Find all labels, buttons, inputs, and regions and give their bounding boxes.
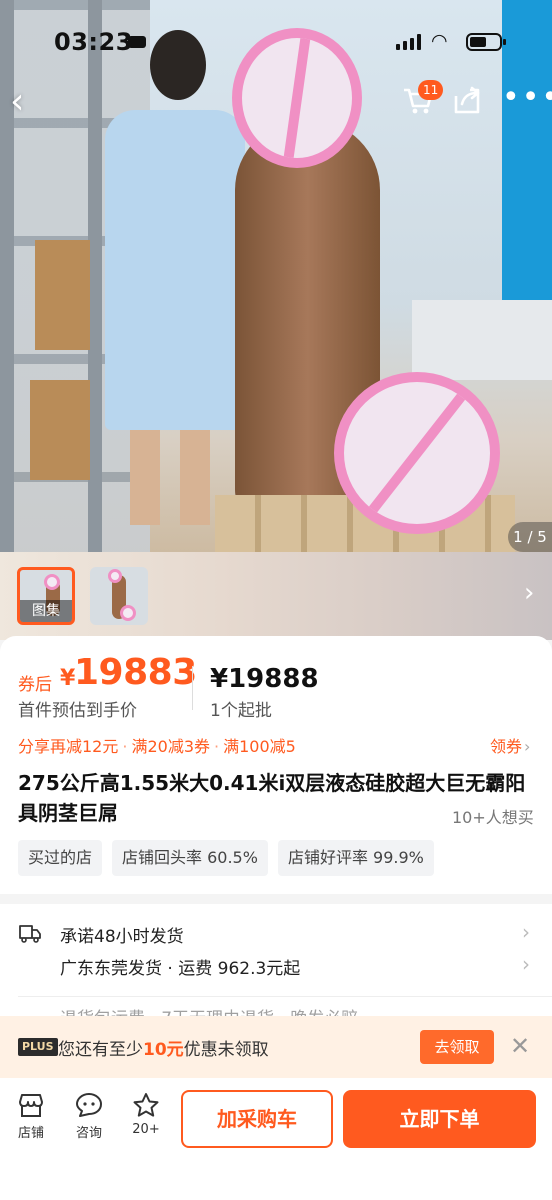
star-icon bbox=[133, 1093, 159, 1117]
ship-promise: 承诺48小时发货 bbox=[60, 927, 184, 947]
promotion-item: 分享再减12元 bbox=[18, 737, 119, 756]
favorite-button[interactable]: 20+ bbox=[121, 1092, 171, 1137]
image-box bbox=[35, 240, 90, 350]
buy-now-button[interactable]: 立即下单 bbox=[343, 1090, 536, 1148]
promotion-item: 满100减5 bbox=[223, 737, 296, 756]
estimate-note: 首件预估到手价 bbox=[18, 701, 137, 721]
divider bbox=[18, 996, 552, 997]
status-bar: 03:23 ◠ bbox=[0, 28, 552, 62]
plus-amount: 10元 bbox=[143, 1040, 184, 1060]
chevron-right-icon: › bbox=[524, 737, 531, 756]
min-order: 1个起批 bbox=[210, 701, 272, 721]
shop-tag[interactable]: 买过的店 bbox=[18, 840, 103, 876]
back-icon[interactable]: ‹ bbox=[10, 82, 40, 122]
chat-button[interactable]: 咨询 bbox=[64, 1092, 114, 1141]
plus-coupon-banner: PLUS 您还有至少10元优惠未领取 去领取 ✕ bbox=[0, 1016, 552, 1078]
ship-origin: 广东东莞发货 bbox=[60, 959, 162, 979]
thumbnail-image[interactable] bbox=[90, 567, 148, 625]
signal-icon bbox=[396, 34, 421, 50]
ship-fee: 运费 962.3元起 bbox=[178, 959, 301, 979]
bottom-action-bar: 店铺 咨询 20+ 加采购车 立即下单 bbox=[0, 1078, 552, 1200]
price-divider bbox=[192, 666, 193, 710]
share-icon[interactable] bbox=[450, 82, 486, 118]
shop-tag[interactable]: 店铺回头率 60.5% bbox=[112, 840, 268, 876]
product-page: 03:23 ◠ ‹ 11 ••• 1 / 5 图集 › 券后 bbox=[0, 0, 552, 1200]
thumbnail-gallery[interactable]: 图集 bbox=[17, 567, 75, 625]
chat-icon bbox=[76, 1093, 102, 1117]
thumbnail-label: 图集 bbox=[20, 600, 72, 622]
wifi-icon: ◠ bbox=[431, 30, 448, 52]
shop-tags: 买过的店 店铺回头率 60.5% 店铺好评率 99.9% bbox=[18, 840, 434, 876]
chevron-right-icon[interactable]: › bbox=[522, 952, 530, 976]
ship-details: 广东东莞发货 · 运费 962.3元起 bbox=[60, 959, 301, 979]
get-coupon-link[interactable]: 领券 › bbox=[490, 733, 530, 757]
after-coupon-label: 券后 bbox=[18, 675, 52, 695]
chevron-right-icon[interactable]: › bbox=[522, 920, 530, 944]
shop-label: 店铺 bbox=[17, 1126, 44, 1141]
plus-message: 您还有至少10元优惠未领取 bbox=[58, 1040, 269, 1060]
sleep-icon bbox=[128, 36, 146, 48]
add-to-cart-button[interactable]: 加采购车 bbox=[181, 1090, 333, 1148]
image-shelf-post bbox=[88, 0, 102, 552]
censor-mark bbox=[334, 372, 500, 534]
claim-coupon-button[interactable]: 去领取 bbox=[420, 1030, 494, 1064]
original-price: ¥19888 bbox=[210, 664, 319, 694]
shop-button[interactable]: 店铺 bbox=[6, 1092, 56, 1141]
favorite-count: 20+ bbox=[132, 1122, 160, 1137]
promotion-list[interactable]: 分享再减12元 · 满20减3券 · 满100减5 bbox=[18, 733, 296, 757]
product-info-card: 券后 ¥ 19883 首件预估到手价 ¥19888 1个起批 分享再减12元 · 满… bbox=[0, 636, 552, 894]
status-time: 03:23 bbox=[54, 28, 133, 56]
cart-count-badge: 11 bbox=[418, 80, 444, 100]
thumbnail-strip: 图集 › bbox=[0, 552, 552, 640]
image-box bbox=[30, 380, 90, 480]
after-coupon-price: 19883 bbox=[74, 652, 197, 693]
promotion-item: 满20减3券 bbox=[131, 737, 211, 756]
battery-icon bbox=[466, 33, 506, 51]
store-icon bbox=[19, 1094, 43, 1117]
image-person bbox=[105, 30, 245, 530]
truck-icon bbox=[19, 925, 41, 943]
close-icon[interactable]: ✕ bbox=[510, 1032, 530, 1060]
chevron-right-icon[interactable]: › bbox=[524, 578, 534, 608]
plus-badge: PLUS bbox=[18, 1038, 58, 1056]
image-desk bbox=[412, 300, 552, 380]
shop-tag[interactable]: 店铺好评率 99.9% bbox=[277, 840, 434, 876]
more-icon[interactable]: ••• bbox=[502, 83, 552, 113]
chat-label: 咨询 bbox=[75, 1126, 102, 1141]
want-count: 10+人想买 bbox=[452, 808, 534, 827]
image-counter: 1 / 5 bbox=[508, 522, 552, 552]
